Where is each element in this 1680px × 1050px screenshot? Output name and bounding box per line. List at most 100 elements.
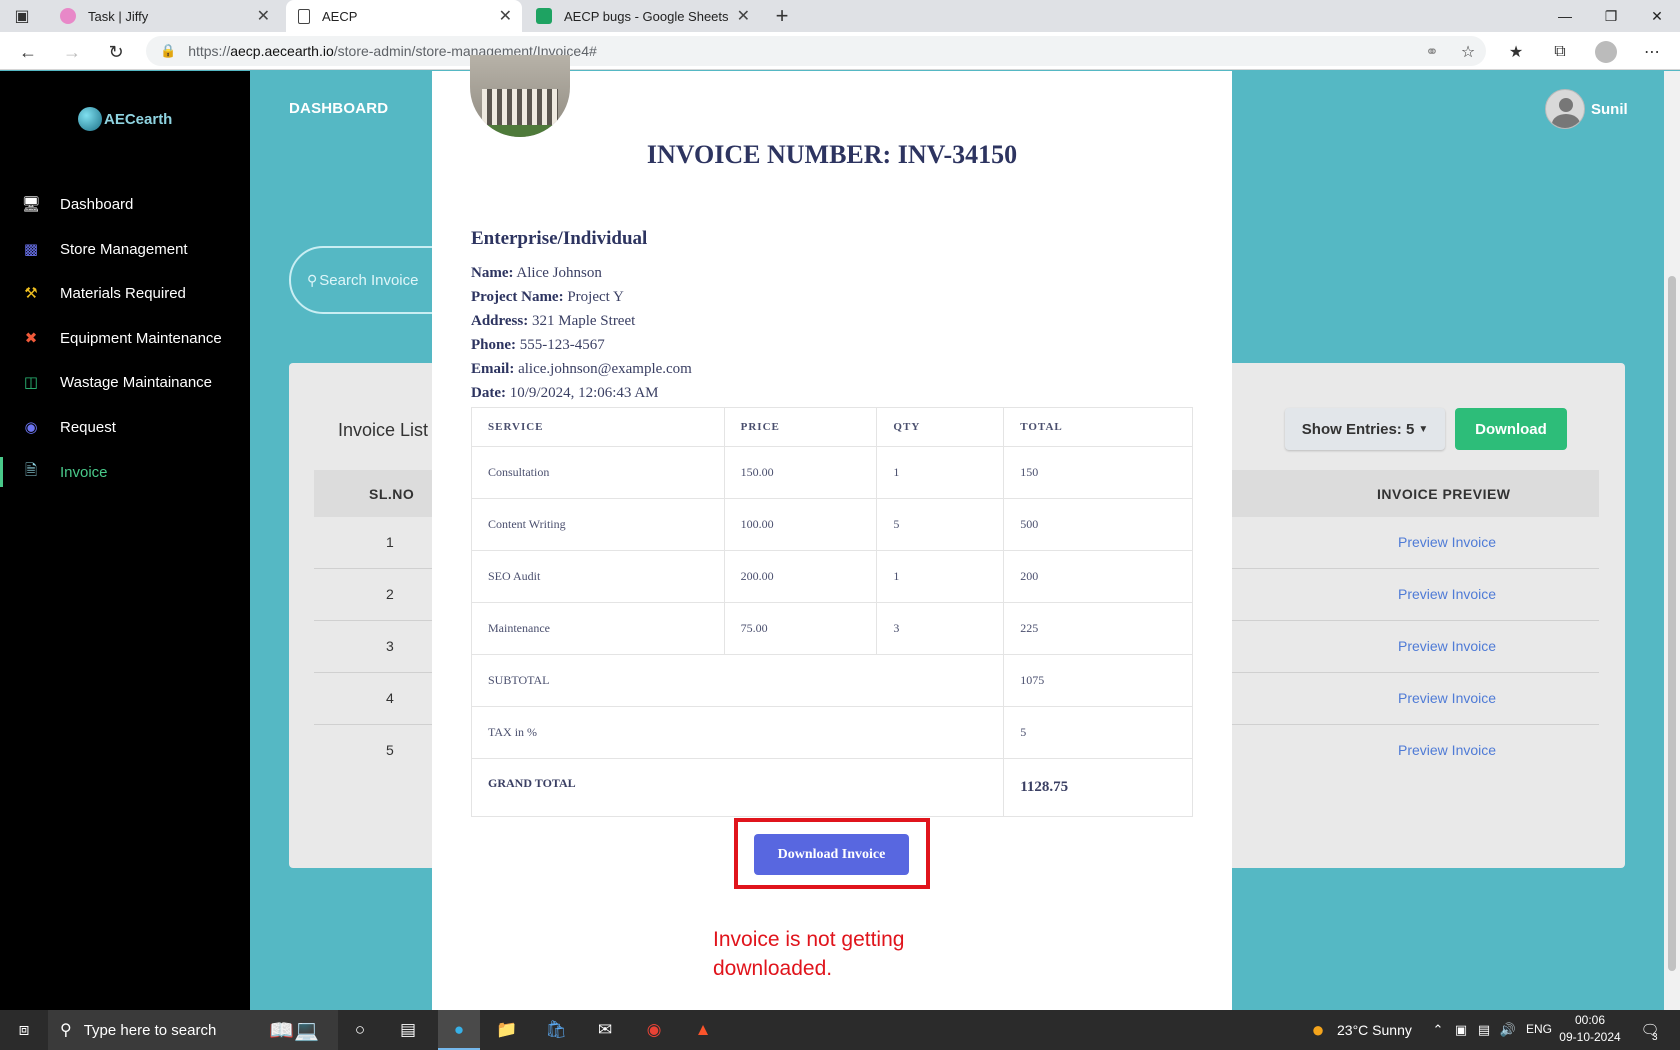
show-entries-label: Show Entries: 5 — [1301, 420, 1415, 438]
preview-invoice-link[interactable]: Preview Invoice — [1398, 534, 1496, 550]
notification-icon[interactable]: 🗨 — [1636, 1016, 1664, 1044]
sidebar-item-label: Dashboard — [60, 195, 134, 213]
restore-icon[interactable]: ❐ — [1588, 0, 1634, 32]
address-field: Address: 321 Maple Street — [471, 313, 635, 330]
sidebar-item-request[interactable]: ◉ Request — [0, 412, 250, 442]
back-icon[interactable]: ← — [14, 38, 42, 66]
request-icon: ◉ — [24, 419, 38, 436]
name-field: Name: Alice Johnson — [471, 265, 602, 282]
globe-icon — [78, 107, 102, 131]
minimize-icon[interactable]: — — [1542, 0, 1588, 32]
file-explorer-icon[interactable]: 📁 — [493, 1016, 521, 1044]
scrollbar-thumb[interactable] — [1668, 276, 1676, 971]
grand-total-label: GRAND TOTAL — [470, 758, 1005, 817]
subtotal-row: SUBTOTAL 1075 — [470, 654, 1193, 707]
preview-invoice-link[interactable]: Preview Invoice — [1398, 690, 1496, 706]
close-icon[interactable]: ✕ — [737, 6, 750, 26]
book-laptop-icon[interactable]: 📖💻 — [262, 1016, 326, 1044]
clock-date: 09-10-2024 — [1559, 1030, 1621, 1044]
tab-actions-icon[interactable]: ▣ — [10, 4, 34, 28]
forward-icon[interactable]: → — [58, 38, 86, 66]
sidebar-item-dashboard[interactable]: 🖥 Dashboard — [0, 189, 250, 219]
logo-text: AECearth — [104, 110, 173, 128]
price-cell: 200.00 — [723, 550, 878, 603]
subtotal-value: 1075 — [1003, 654, 1193, 707]
price-cell: 75.00 — [723, 602, 878, 655]
email-field: Email: alice.johnson@example.com — [471, 361, 692, 378]
page-scrollbar[interactable] — [1664, 71, 1680, 1010]
tab-google-sheets[interactable]: AECP bugs - Google Sheets ✕ — [524, 0, 760, 32]
sidebar-item-invoice[interactable]: 🗎 Invoice — [0, 457, 250, 487]
url-host: aecp.aecearth.io — [230, 43, 334, 59]
field-value: Alice Johnson — [516, 265, 602, 281]
preview-invoice-link[interactable]: Preview Invoice — [1398, 586, 1496, 602]
sheets-icon — [536, 8, 552, 24]
sidebar-item-label: Wastage Maintainance — [60, 373, 213, 391]
profile-icon[interactable] — [1594, 40, 1618, 64]
subtotal-label: SUBTOTAL — [470, 654, 1005, 707]
sidebar-item-materials-required[interactable]: ⚒ Materials Required — [0, 278, 250, 308]
download-invoice-button[interactable]: Download Invoice — [754, 834, 909, 875]
edge-icon[interactable]: ● — [445, 1016, 473, 1044]
store-app-icon[interactable]: 🛍 — [542, 1016, 570, 1044]
column-header-slno: SL.NO — [369, 486, 415, 502]
tab-jiffy[interactable]: Task | Jiffy ✕ — [48, 0, 280, 32]
preview-invoice-link[interactable]: Preview Invoice — [1398, 742, 1496, 758]
service-cell: SEO Audit — [471, 550, 725, 603]
close-icon[interactable]: ✕ — [499, 6, 512, 26]
avatar — [1545, 89, 1585, 129]
preview-invoice-link[interactable]: Preview Invoice — [1398, 638, 1496, 654]
add-favorite-icon[interactable]: ☆ — [1456, 40, 1480, 64]
field-label: Email: — [471, 361, 515, 377]
volume-icon[interactable]: 🔊 — [1494, 1016, 1522, 1044]
favorites-icon[interactable]: ★ — [1504, 40, 1528, 64]
qty-cell: 5 — [876, 498, 1005, 551]
show-entries-dropdown[interactable]: Show Entries: 5 ▼ — [1285, 408, 1445, 450]
tab-aecp[interactable]: AECP ✕ — [286, 0, 522, 32]
field-label: Name: — [471, 265, 514, 281]
total-cell: 500 — [1003, 498, 1193, 551]
section-title: Enterprise/Individual — [471, 228, 648, 249]
sidebar-item-store-management[interactable]: ▩ Store Management — [0, 234, 250, 264]
invoice-number: INVOICE NUMBER: INV-34150 — [646, 140, 1018, 169]
sidebar: AECearth 🖥 Dashboard ▩ Store Management … — [0, 71, 250, 1010]
sidebar-item-equipment-maintenance[interactable]: ✖ Equipment Maintenance — [0, 323, 250, 353]
reload-icon[interactable]: ↻ — [102, 38, 130, 66]
window-close-icon[interactable]: ✕ — [1634, 0, 1680, 32]
clock[interactable]: 00:06 09-10-2024 — [1555, 1012, 1625, 1046]
column-header-service: SERVICE — [471, 407, 725, 447]
collections-icon[interactable]: ⧉ — [1548, 40, 1572, 64]
tax-value: 5 — [1003, 706, 1193, 759]
field-value: Project Y — [567, 289, 624, 305]
project-name-field: Project Name: Project Y — [471, 289, 624, 306]
task-view-icon[interactable]: ▤ — [394, 1016, 422, 1044]
column-header-price: PRICE — [723, 407, 878, 447]
download-button[interactable]: Download — [1455, 408, 1567, 450]
windows-start-icon[interactable]: ⧈ — [10, 1016, 38, 1044]
sun-icon: ● — [1311, 1017, 1325, 1042]
tab-title: Task | Jiffy — [88, 8, 149, 24]
service-cell: Maintenance — [471, 602, 725, 655]
user-menu[interactable]: Sunil — [1545, 89, 1628, 129]
close-icon[interactable]: ✕ — [257, 6, 270, 26]
column-header-total: TOTAL — [1003, 407, 1193, 447]
fingerprint-icon — [60, 8, 76, 24]
chrome-icon[interactable]: ◉ — [640, 1016, 668, 1044]
mail-icon[interactable]: ✉ — [591, 1016, 619, 1044]
service-cell: Content Writing — [471, 498, 725, 551]
row-number: 1 — [386, 534, 394, 550]
cortana-icon[interactable]: ○ — [346, 1016, 374, 1044]
brave-icon[interactable]: ▲ — [689, 1016, 717, 1044]
key-icon[interactable]: ⚭ — [1420, 40, 1444, 64]
url-field[interactable]: 🔒 https://aecp.aecearth.io/store-admin/s… — [146, 36, 1486, 66]
more-icon[interactable]: ⋯ — [1640, 40, 1664, 64]
new-tab-icon[interactable]: + — [770, 3, 794, 28]
language-indicator[interactable]: ENG — [1526, 1022, 1552, 1036]
taskbar-search-placeholder: Type here to search — [83, 1021, 217, 1039]
weather-text[interactable]: 23°C Sunny — [1337, 1022, 1412, 1038]
field-label: Phone: — [471, 337, 516, 353]
logo: AECearth — [78, 107, 172, 131]
tab-title: AECP — [322, 8, 358, 24]
field-value: 321 Maple Street — [531, 313, 636, 329]
sidebar-item-wastage-maintainance[interactable]: ◫ Wastage Maintainance — [0, 367, 250, 397]
